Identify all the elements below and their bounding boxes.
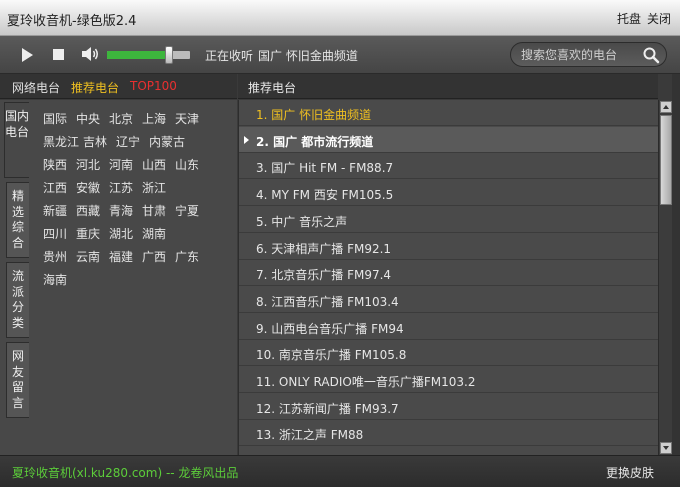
window-title: 夏玲收音机-绿色版2.4 — [7, 14, 137, 29]
search-box — [510, 42, 667, 67]
province-link[interactable]: 辽宁 — [116, 133, 140, 150]
now-playing-label: 正在收听 — [205, 49, 254, 63]
scroll-down-button[interactable] — [660, 442, 672, 454]
province-link[interactable]: 四川 — [43, 225, 67, 242]
station-row[interactable]: 6. 天津相声广播 FM92.1 — [239, 234, 658, 260]
volume-slider[interactable] — [107, 46, 190, 64]
province-link[interactable]: 福建 — [109, 248, 133, 265]
province-link[interactable]: 内蒙古 — [149, 133, 185, 150]
province-link[interactable]: 陕西 — [43, 156, 67, 173]
province-grid: 国际 中央 北京 上海 天津黑龙江 吉林 辽宁 内蒙古陕西 河北 河南 山西 山东江西 安徽 江苏 浙江新疆… — [29, 100, 237, 455]
side-tab-featured[interactable]: 精选综合 — [6, 182, 29, 258]
station-name: 11. ONLY RADIO唯一音乐广播FM103.2 — [256, 375, 476, 389]
province-link[interactable]: 江苏 — [109, 179, 133, 196]
province-link[interactable]: 国际 — [43, 110, 67, 127]
station-row[interactable]: 13. 浙江之声 FM88 — [239, 420, 658, 447]
station-list-header: 推荐电台 — [238, 74, 658, 99]
tab-top100[interactable]: TOP100 — [130, 79, 177, 93]
station-row[interactable]: 9. 山西电台音乐广播 FM94 — [239, 314, 658, 340]
province-link[interactable]: 浙江 — [142, 179, 166, 196]
station-name: 12. 江苏新闻广播 FM93.7 — [256, 401, 399, 416]
play-icon[interactable] — [22, 48, 33, 62]
station-name: 13. 浙江之声 FM88 — [256, 428, 364, 443]
province-link[interactable]: 黑龙江 — [43, 133, 79, 150]
station-name: 3. 国广 Hit FM - FM88.7 — [256, 161, 394, 176]
station-list-title: 推荐电台 — [248, 81, 297, 95]
stop-icon[interactable] — [53, 49, 64, 60]
province-link[interactable]: 天津 — [175, 110, 199, 127]
station-name: 9. 山西电台音乐广播 FM94 — [256, 321, 404, 336]
station-name: 10. 南京音乐广播 FM105.8 — [256, 348, 407, 363]
station-row[interactable]: 11. ONLY RADIO唯一音乐广播FM103.2 — [239, 367, 658, 393]
station-name: 4. MY FM 西安 FM105.5 — [256, 188, 394, 203]
tray-button[interactable]: 托盘 — [617, 10, 641, 27]
volume-icon[interactable] — [80, 45, 100, 63]
province-link[interactable]: 西藏 — [76, 202, 100, 219]
close-button[interactable]: 关闭 — [647, 10, 671, 27]
station-row[interactable]: 12. 江苏新闻广播 FM93.7 — [239, 394, 658, 420]
province-link[interactable]: 青海 — [109, 202, 133, 219]
scrollbar-thumb[interactable] — [660, 115, 672, 205]
search-icon[interactable] — [642, 46, 660, 64]
province-link[interactable]: 重庆 — [76, 225, 100, 242]
window-edge — [672, 74, 680, 455]
province-link[interactable]: 甘肃 — [142, 202, 166, 219]
station-row[interactable]: 1. 国广 怀旧金曲频道 — [239, 100, 658, 126]
change-skin-button[interactable]: 更换皮肤 — [606, 464, 654, 481]
province-link[interactable]: 河南 — [109, 156, 133, 173]
side-tab-genres[interactable]: 流派分类 — [6, 262, 29, 338]
station-list-scrollbar[interactable] — [658, 100, 672, 455]
station-name: 8. 江西音乐广播 FM103.4 — [256, 294, 399, 309]
tab-recommended[interactable]: 推荐电台 — [71, 79, 119, 96]
province-link[interactable]: 云南 — [76, 248, 100, 265]
station-name: 1. 国广 怀旧金曲频道 — [256, 108, 372, 122]
province-link[interactable]: 湖南 — [142, 225, 166, 242]
station-row[interactable]: 7. 北京音乐广播 FM97.4 — [239, 260, 658, 287]
now-playing-station: 国广 怀旧金曲频道 — [258, 49, 358, 63]
station-row[interactable]: 3. 国广 Hit FM - FM88.7 — [239, 153, 658, 180]
province-link[interactable]: 安徽 — [76, 179, 100, 196]
station-list: 1. 国广 怀旧金曲频道 2. 国广 都市流行频道 3. 国广 Hit FM - F… — [238, 100, 658, 455]
title-bar: 夏玲收音机-绿色版2.4 托盘 关闭 — [0, 0, 680, 36]
province-link[interactable]: 河北 — [76, 156, 100, 173]
credit-text: 夏玲收音机(xl.ku280.com) -- 龙卷风出品 — [12, 466, 239, 480]
station-row[interactable]: 5. 中广 音乐之声 — [239, 207, 658, 233]
station-row[interactable]: 10. 南京音乐广播 FM105.8 — [239, 340, 658, 367]
province-link[interactable]: 山西 — [142, 156, 166, 173]
volume-level — [107, 51, 170, 59]
side-tabs: 国内电台 精选综合 流派分类 网友留言 — [0, 100, 29, 455]
station-row[interactable]: 2. 国广 都市流行频道 — [239, 126, 658, 153]
selected-arrow-icon — [244, 135, 249, 144]
station-name: 6. 天津相声广播 FM92.1 — [256, 241, 392, 256]
province-link[interactable]: 广东 — [175, 248, 199, 265]
province-link[interactable]: 新疆 — [43, 202, 67, 219]
station-name: 2. 国广 都市流行频道 — [256, 134, 374, 149]
province-link[interactable]: 贵州 — [43, 248, 67, 265]
province-link[interactable]: 湖北 — [109, 225, 133, 242]
station-name: 5. 中广 音乐之声 — [256, 214, 348, 229]
search-input[interactable] — [521, 47, 639, 63]
province-link[interactable]: 广西 — [142, 248, 166, 265]
category-tabs: 网络电台 推荐电台 TOP100 — [0, 74, 237, 99]
province-link[interactable]: 中央 — [76, 110, 100, 127]
province-link[interactable]: 海南 — [43, 271, 67, 288]
province-link[interactable]: 吉林 — [83, 133, 107, 150]
province-link[interactable]: 江西 — [43, 179, 67, 196]
station-name: 7. 北京音乐广播 FM97.4 — [256, 268, 392, 283]
scroll-up-button[interactable] — [660, 101, 672, 113]
station-row[interactable]: 4. MY FM 西安 FM105.5 — [239, 180, 658, 207]
player-toolbar: 正在收听 国广 怀旧金曲频道 — [0, 36, 680, 74]
province-link[interactable]: 上海 — [142, 110, 166, 127]
station-row[interactable]: 14. 银河台 流行频道 — [239, 447, 658, 455]
tab-network-radio[interactable]: 网络电台 — [12, 79, 60, 96]
side-tab-domestic[interactable]: 国内电台 — [4, 102, 29, 178]
province-link[interactable]: 北京 — [109, 110, 133, 127]
side-tab-messages[interactable]: 网友留言 — [6, 342, 29, 418]
province-link[interactable]: 宁夏 — [175, 202, 199, 219]
province-link[interactable]: 山东 — [175, 156, 199, 173]
station-row[interactable]: 8. 江西音乐广播 FM103.4 — [239, 287, 658, 313]
volume-handle[interactable] — [165, 46, 174, 64]
status-bar: 夏玲收音机(xl.ku280.com) -- 龙卷风出品 更换皮肤 — [0, 455, 680, 487]
